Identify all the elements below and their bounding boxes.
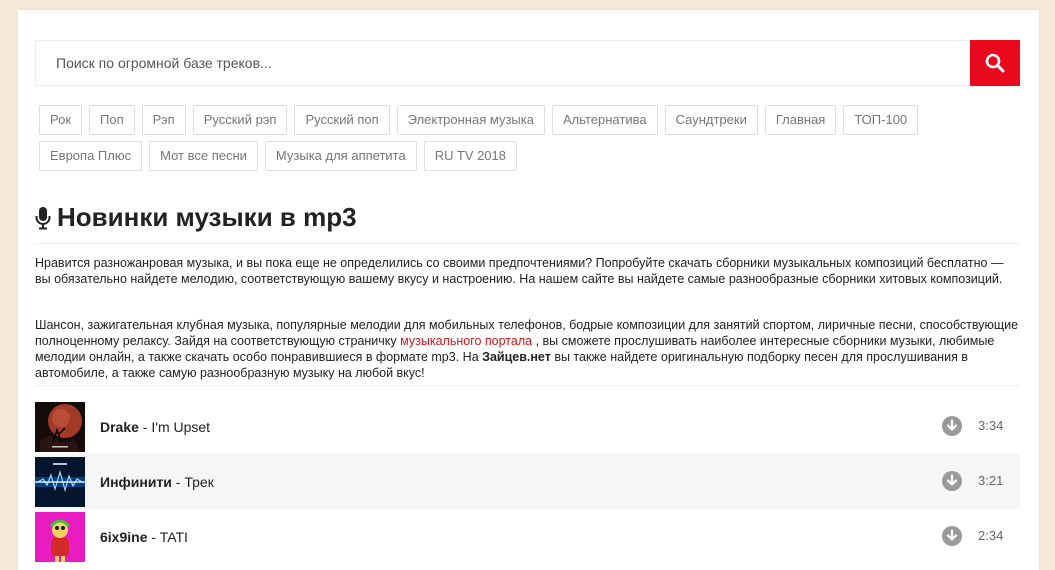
tag-main[interactable]: Главная bbox=[764, 105, 837, 135]
search-button[interactable] bbox=[970, 40, 1020, 86]
download-icon[interactable] bbox=[942, 526, 962, 546]
microphone-icon bbox=[35, 206, 51, 229]
divider bbox=[35, 385, 1020, 386]
description-paragraph-1: Нравится разножанровая музыка, и вы пока… bbox=[35, 256, 1004, 286]
page-title: Новинки музыки в mp3 bbox=[35, 202, 357, 233]
track-row[interactable]: Drake - I'm Upset 3:34 bbox=[35, 399, 1020, 454]
track-title: 6ix9ine - TATI bbox=[100, 529, 1020, 545]
track-separator: - bbox=[138, 418, 152, 435]
tag-alternative[interactable]: Альтернатива bbox=[551, 105, 658, 135]
track-list: Drake - I'm Upset 3:34 Инфинити - Трек 3… bbox=[35, 399, 1020, 564]
site-name: Зайцев.нет bbox=[482, 350, 551, 364]
search-icon bbox=[985, 53, 1005, 73]
tag-top-100[interactable]: ТОП-100 bbox=[843, 105, 919, 135]
page-container: Рок Поп Рэп Русский рэп Русский поп Элек… bbox=[18, 10, 1039, 570]
search-bar bbox=[35, 40, 1020, 86]
tag-rap[interactable]: Рэп bbox=[141, 105, 186, 135]
track-row[interactable]: 6ix9ine - TATI 2:34 bbox=[35, 509, 1020, 564]
divider bbox=[35, 243, 1020, 244]
track-name: Трек bbox=[184, 473, 214, 490]
track-title: Drake - I'm Upset bbox=[100, 419, 1020, 435]
tag-electronic[interactable]: Электронная музыка bbox=[396, 105, 545, 135]
track-artist: Инфинити bbox=[100, 473, 172, 490]
track-separator: - bbox=[147, 528, 160, 545]
genre-tags: Рок Поп Рэп Русский рэп Русский поп Элек… bbox=[39, 105, 1024, 177]
track-duration: 3:34 bbox=[978, 418, 1004, 433]
track-row[interactable]: Инфинити - Трек 3:21 bbox=[35, 454, 1020, 509]
tag-row-1: Рок Поп Рэп Русский рэп Русский поп Элек… bbox=[39, 105, 1024, 135]
music-portal-link[interactable]: музыкального портала bbox=[400, 334, 532, 348]
tag-europa-plus[interactable]: Европа Плюс bbox=[39, 141, 143, 171]
tag-russian-pop[interactable]: Русский поп bbox=[294, 105, 390, 135]
description-paragraph-2: Шансон, зажигательная клубная музыка, по… bbox=[35, 317, 1020, 381]
album-cover-drake bbox=[35, 401, 85, 452]
track-duration: 2:34 bbox=[978, 528, 1004, 543]
track-artist: Drake bbox=[100, 418, 139, 435]
tag-row-2: Европа Плюс Мот все песни Музыка для апп… bbox=[39, 141, 1024, 171]
tag-rock[interactable]: Рок bbox=[39, 105, 83, 135]
track-artist: 6ix9ine bbox=[100, 528, 148, 545]
download-icon[interactable] bbox=[942, 416, 962, 436]
track-title: Инфинити - Трек bbox=[100, 474, 1020, 490]
tag-pop[interactable]: Поп bbox=[89, 105, 135, 135]
download-icon[interactable] bbox=[942, 471, 962, 491]
track-separator: - bbox=[171, 473, 185, 490]
tag-russian-rap[interactable]: Русский рэп bbox=[192, 105, 288, 135]
album-cover-6ix9ine bbox=[35, 511, 85, 562]
track-name: I'm Upset bbox=[151, 418, 211, 435]
tag-appetite[interactable]: Музыка для аппетита bbox=[264, 141, 417, 171]
search-input[interactable] bbox=[36, 41, 971, 85]
track-name: TATI bbox=[159, 528, 188, 545]
tag-mot[interactable]: Мот все песни bbox=[149, 141, 258, 171]
page-title-text: Новинки музыки в mp3 bbox=[57, 202, 357, 232]
tag-soundtracks[interactable]: Саундтреки bbox=[664, 105, 758, 135]
album-cover-infiniti bbox=[35, 456, 85, 507]
track-duration: 3:21 bbox=[978, 473, 1004, 488]
tag-ru-tv[interactable]: RU TV 2018 bbox=[423, 141, 517, 171]
